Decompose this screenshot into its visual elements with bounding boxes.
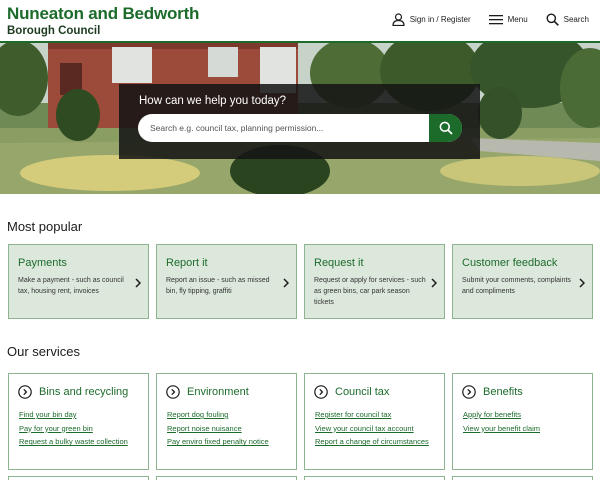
service-card-next-row xyxy=(8,476,149,480)
popular-card-title: Request it xyxy=(314,257,364,269)
service-card-title: Environment xyxy=(187,386,249,398)
chevron-right-icon xyxy=(579,278,585,288)
service-link[interactable]: Request a bulky waste collection xyxy=(19,437,144,447)
service-links: Report dog fouling Report noise nuisance… xyxy=(167,410,292,451)
service-link[interactable]: Find your bin day xyxy=(19,410,144,420)
sign-in-label: Sign in / Register xyxy=(409,15,471,24)
hero-search-button[interactable] xyxy=(429,114,462,142)
service-card-next-row xyxy=(156,476,297,480)
user-icon xyxy=(392,13,405,26)
popular-card-description: Report an issue - such as missed bin, fl… xyxy=(166,277,270,295)
popular-card-description: Make a payment - such as council tax, ho… xyxy=(18,277,124,295)
service-links: Find your bin day Pay for your green bin… xyxy=(19,410,144,451)
popular-card-payments[interactable]: Payments Make a payment - such as counci… xyxy=(8,244,149,319)
service-card-title: Bins and recycling xyxy=(39,386,129,398)
service-card-benefits: Benefits Apply for benefits View your be… xyxy=(452,373,593,470)
hero-search-input[interactable] xyxy=(150,120,420,136)
service-link[interactable]: Pay for your green bin xyxy=(19,424,144,434)
chevron-circle-right-icon xyxy=(314,385,328,399)
search-label: Search xyxy=(563,15,589,24)
hero-title: How can we help you today? xyxy=(139,95,287,107)
service-card-council-tax: Council tax Register for council tax Vie… xyxy=(304,373,445,470)
service-link[interactable]: Apply for benefits xyxy=(463,410,588,420)
service-card-next-row xyxy=(452,476,593,480)
most-popular-heading: Most popular xyxy=(7,219,83,234)
menu-icon xyxy=(488,15,503,25)
popular-card-description: Request or apply for services - such as … xyxy=(314,277,426,306)
popular-card-title: Payments xyxy=(18,257,67,269)
hero-search-box xyxy=(138,114,462,142)
service-link[interactable]: Register for council tax xyxy=(315,410,440,420)
chevron-right-icon xyxy=(283,278,289,288)
service-card-next-row xyxy=(304,476,445,480)
service-link[interactable]: Report a change of circumstances xyxy=(315,437,440,447)
council-logo[interactable]: Nuneaton and Bedworth Borough Council xyxy=(7,4,199,38)
hero-search-panel: How can we help you today? xyxy=(119,84,480,159)
service-link[interactable]: Report noise nuisance xyxy=(167,424,292,434)
header-nav: Sign in / Register Menu Search xyxy=(374,13,589,26)
service-link[interactable]: View your benefit claim xyxy=(463,424,588,434)
service-card-header[interactable]: Environment xyxy=(166,385,249,399)
logo-line-2: Borough Council xyxy=(7,25,101,37)
service-card-title: Benefits xyxy=(483,386,523,398)
header-search-button[interactable]: Search xyxy=(546,13,589,26)
sign-in-link[interactable]: Sign in / Register xyxy=(392,13,471,26)
chevron-right-icon xyxy=(431,278,437,288)
chevron-circle-right-icon xyxy=(18,385,32,399)
hero-banner: How can we help you today? xyxy=(0,43,600,194)
popular-card-title: Report it xyxy=(166,257,208,269)
popular-card-title: Customer feedback xyxy=(462,257,558,269)
logo-line-1: Nuneaton and Bedworth xyxy=(7,4,200,23)
menu-label: Menu xyxy=(507,15,528,24)
service-card-environment: Environment Report dog fouling Report no… xyxy=(156,373,297,470)
popular-card-report-it[interactable]: Report it Report an issue - such as miss… xyxy=(156,244,297,319)
menu-button[interactable]: Menu xyxy=(488,14,528,25)
popular-card-request-it[interactable]: Request it Request or apply for services… xyxy=(304,244,445,319)
search-icon xyxy=(439,121,453,135)
service-links: Apply for benefits View your benefit cla… xyxy=(463,410,588,437)
service-card-header[interactable]: Bins and recycling xyxy=(18,385,128,399)
chevron-right-icon xyxy=(135,278,141,288)
service-links: Register for council tax View your counc… xyxy=(315,410,440,451)
site-header: Nuneaton and Bedworth Borough Council Si… xyxy=(0,0,600,43)
chevron-circle-right-icon xyxy=(462,385,476,399)
our-services-heading: Our services xyxy=(7,344,80,359)
search-icon xyxy=(546,13,559,26)
service-link[interactable]: View your council tax account xyxy=(315,424,440,434)
chevron-circle-right-icon xyxy=(166,385,180,399)
popular-card-customer-feedback[interactable]: Customer feedback Submit your comments, … xyxy=(452,244,593,319)
service-card-title: Council tax xyxy=(335,386,390,398)
service-card-bins-and-recycling: Bins and recycling Find your bin day Pay… xyxy=(8,373,149,470)
service-link[interactable]: Pay enviro fixed penalty notice xyxy=(167,437,292,447)
service-card-header[interactable]: Benefits xyxy=(462,385,523,399)
popular-card-description: Submit your comments, complaints and com… xyxy=(462,277,571,295)
service-card-header[interactable]: Council tax xyxy=(314,385,389,399)
service-link[interactable]: Report dog fouling xyxy=(167,410,292,420)
